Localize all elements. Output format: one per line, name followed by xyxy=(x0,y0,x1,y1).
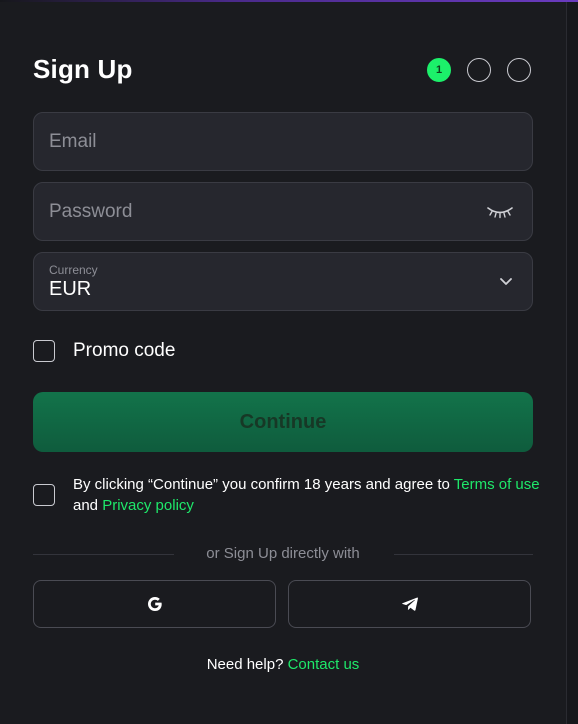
step-2 xyxy=(467,58,491,82)
google-icon xyxy=(146,595,164,613)
email-field[interactable]: Email xyxy=(33,112,533,171)
divider-line-right xyxy=(394,554,533,555)
terms-text-before: By clicking “Continue” you confirm 18 ye… xyxy=(73,476,454,493)
telegram-icon xyxy=(401,595,419,613)
help-text: Need help? xyxy=(206,656,288,673)
chevron-down-icon[interactable] xyxy=(498,273,514,289)
step-indicator: 1 xyxy=(427,58,533,82)
promo-code-row[interactable]: Promo code xyxy=(33,340,233,366)
terms-text-middle: and xyxy=(73,497,103,514)
signup-header: Sign Up 1 xyxy=(33,52,533,90)
contact-us-link[interactable]: Contact us xyxy=(288,656,360,673)
telegram-signup-button[interactable] xyxy=(288,580,531,628)
continue-button[interactable]: Continue xyxy=(33,392,533,452)
privacy-policy-link[interactable]: Privacy policy xyxy=(102,497,194,514)
terms-of-use-link[interactable]: Terms of use xyxy=(454,476,540,493)
currency-value: EUR xyxy=(49,278,92,300)
step-1: 1 xyxy=(427,58,451,82)
social-divider: or Sign Up directly with xyxy=(33,545,533,565)
google-signup-button[interactable] xyxy=(33,580,276,628)
currency-select[interactable]: Currency EUR xyxy=(33,252,533,311)
promo-code-checkbox[interactable] xyxy=(33,340,55,362)
promo-code-label[interactable]: Promo code xyxy=(73,340,175,362)
terms-text: By clicking “Continue” you confirm 18 ye… xyxy=(73,474,543,516)
currency-label: Currency xyxy=(49,263,98,277)
password-placeholder: Password xyxy=(49,201,133,222)
page-title: Sign Up xyxy=(33,54,133,84)
help-footer: Need help? Contact us xyxy=(0,656,566,673)
terms-checkbox[interactable] xyxy=(33,484,55,506)
email-placeholder: Email xyxy=(49,131,97,152)
eye-closed-icon[interactable] xyxy=(486,201,514,221)
terms-checkbox-row xyxy=(33,484,63,510)
step-3 xyxy=(507,58,531,82)
password-field[interactable]: Password xyxy=(33,182,533,241)
